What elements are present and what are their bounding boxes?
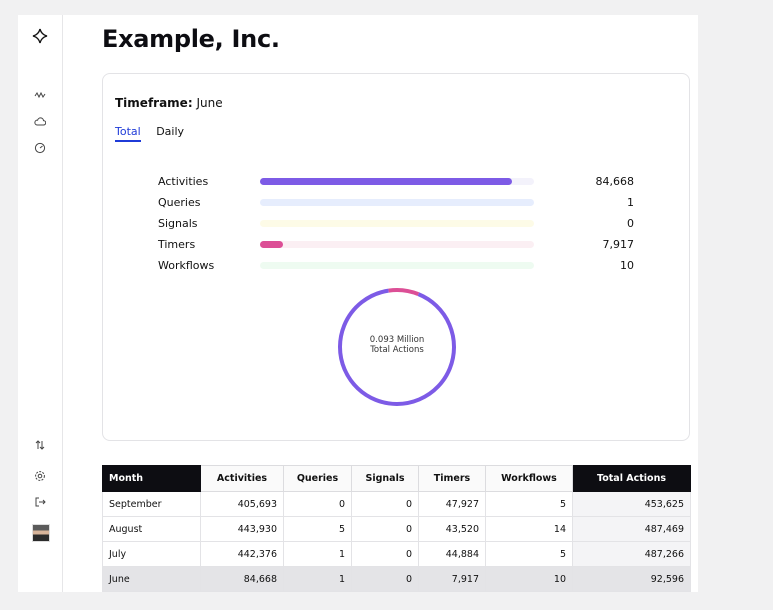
metric-label: Workflows — [158, 259, 215, 272]
column-header-total-actions[interactable]: Total Actions — [572, 465, 691, 492]
avatar[interactable] — [32, 524, 50, 542]
cell-month: September — [102, 491, 201, 517]
cell-activities: 443,930 — [200, 516, 284, 542]
page-title: Example, Inc. — [102, 25, 280, 53]
metric-bar-track — [260, 199, 534, 206]
cell-timers: 44,884 — [418, 541, 486, 567]
cell-month: June — [102, 566, 201, 592]
column-header-queries[interactable]: Queries — [283, 465, 352, 492]
metric-row-signals: Signals 0 — [103, 214, 689, 235]
column-header-timers[interactable]: Timers — [418, 465, 486, 492]
cell-total-actions: 487,266 — [572, 541, 691, 567]
sidebar — [18, 15, 63, 592]
logo-icon[interactable] — [31, 27, 49, 45]
table-row[interactable]: July 442,376 1 0 44,884 5 487,266 — [102, 541, 691, 567]
metric-bar-fill — [260, 241, 284, 248]
table-row[interactable]: September 405,693 0 0 47,927 5 453,625 — [102, 491, 691, 517]
metric-label: Timers — [158, 238, 196, 251]
main-content: Example, Inc. Timeframe: June Total Dail… — [62, 15, 698, 592]
cell-timers: 43,520 — [418, 516, 486, 542]
table-row-selected[interactable]: June 84,668 1 0 7,917 10 92,596 — [102, 566, 691, 592]
cell-activities: 442,376 — [200, 541, 284, 567]
metric-bar-track — [260, 241, 534, 248]
monthly-table: Month Activities Queries Signals Timers … — [102, 465, 691, 592]
table-row[interactable]: August 443,930 5 0 43,520 14 487,469 — [102, 516, 691, 542]
metric-value: 10 — [620, 259, 634, 272]
column-header-month[interactable]: Month — [102, 465, 201, 492]
tab-total[interactable]: Total — [115, 125, 141, 142]
metric-label: Queries — [158, 196, 201, 209]
cell-queries: 5 — [283, 516, 352, 542]
metric-bar-track — [260, 220, 534, 227]
sort-icon[interactable] — [31, 436, 49, 454]
tab-daily[interactable]: Daily — [156, 125, 184, 140]
view-tabs: Total Daily — [115, 125, 196, 142]
cell-workflows: 10 — [485, 566, 573, 592]
cell-workflows: 5 — [485, 541, 573, 567]
timeframe-value: June — [196, 96, 223, 110]
cell-total-actions: 453,625 — [572, 491, 691, 517]
cell-workflows: 14 — [485, 516, 573, 542]
cell-queries: 0 — [283, 491, 352, 517]
cell-activities: 405,693 — [200, 491, 284, 517]
metric-value: 7,917 — [602, 238, 635, 251]
cell-timers: 7,917 — [418, 566, 486, 592]
metric-row-workflows: Workflows 10 — [103, 256, 689, 277]
metric-row-timers: Timers 7,917 — [103, 235, 689, 256]
metric-value: 0 — [627, 217, 634, 230]
column-header-workflows[interactable]: Workflows — [485, 465, 573, 492]
cell-signals: 0 — [351, 516, 419, 542]
timeframe: Timeframe: June — [115, 96, 223, 110]
cloud-icon[interactable] — [31, 112, 49, 130]
donut-total-label: Total Actions — [370, 344, 424, 355]
app-window: Example, Inc. Timeframe: June Total Dail… — [18, 15, 698, 592]
metric-bar-fill — [260, 178, 513, 185]
cell-total-actions: 487,469 — [572, 516, 691, 542]
timeframe-label: Timeframe: — [115, 96, 193, 110]
cell-month: July — [102, 541, 201, 567]
logout-icon[interactable] — [31, 493, 49, 511]
column-header-activities[interactable]: Activities — [200, 465, 284, 492]
summary-card: Timeframe: June Total Daily Activities 8… — [102, 73, 690, 441]
metric-bar-track — [260, 178, 534, 185]
metric-value: 84,668 — [595, 175, 635, 188]
cell-signals: 0 — [351, 566, 419, 592]
metric-row-activities: Activities 84,668 — [103, 172, 689, 193]
metric-bar-track — [260, 262, 534, 269]
metric-label: Activities — [158, 175, 209, 188]
column-header-signals[interactable]: Signals — [351, 465, 419, 492]
cell-signals: 0 — [351, 491, 419, 517]
cell-signals: 0 — [351, 541, 419, 567]
donut-center-text: 0.093 Million Total Actions — [337, 335, 457, 355]
cell-month: August — [102, 516, 201, 542]
cell-workflows: 5 — [485, 491, 573, 517]
metric-row-queries: Queries 1 — [103, 193, 689, 214]
metric-label: Signals — [158, 217, 198, 230]
gauge-icon[interactable] — [31, 139, 49, 157]
cell-timers: 47,927 — [418, 491, 486, 517]
cell-queries: 1 — [283, 566, 352, 592]
settings-icon[interactable] — [31, 467, 49, 485]
activity-icon[interactable] — [31, 86, 49, 104]
cell-activities: 84,668 — [200, 566, 284, 592]
metric-value: 1 — [627, 196, 634, 209]
cell-total-actions: 92,596 — [572, 566, 691, 592]
cell-queries: 1 — [283, 541, 352, 567]
table-header-row: Month Activities Queries Signals Timers … — [102, 465, 691, 492]
